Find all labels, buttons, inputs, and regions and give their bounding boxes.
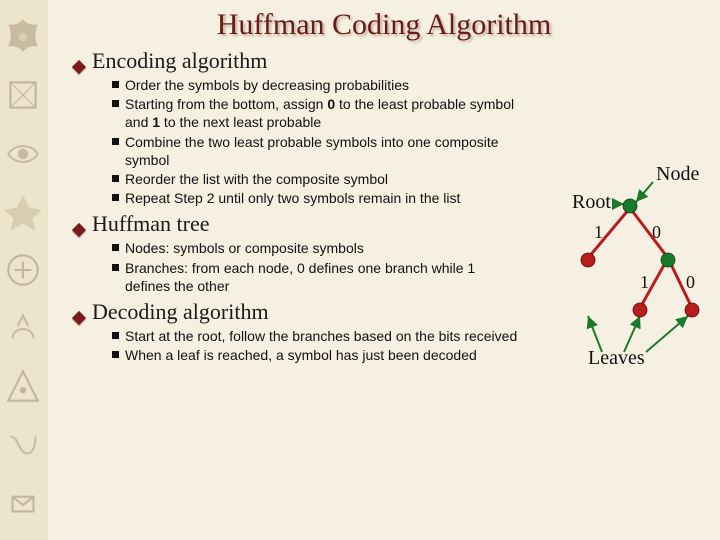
- list-item: Reorder the list with the composite symb…: [112, 170, 522, 188]
- square-bullet-icon: [112, 81, 119, 88]
- list-item: Order the symbols by decreasing probabil…: [112, 76, 522, 94]
- diamond-bullet-icon: [72, 223, 86, 237]
- tree-leaf-node: [633, 303, 647, 317]
- edge-label: 0: [686, 272, 695, 292]
- section-heading: Huffman tree: [92, 211, 210, 237]
- label-leaves: Leaves: [588, 347, 645, 369]
- decorative-border: [0, 0, 48, 540]
- huffman-tree-diagram: Node Root Leaves 1 0 1 0: [528, 168, 708, 368]
- ornament-icon: [2, 424, 44, 466]
- ornament-icon: [2, 365, 44, 407]
- edge-label: 1: [594, 222, 603, 242]
- ornament-icon: [2, 191, 44, 233]
- list-item: Repeat Step 2 until only two symbols rem…: [112, 189, 522, 207]
- square-bullet-icon: [112, 194, 119, 201]
- ornament-icon: [2, 307, 44, 349]
- encoding-bullets: Order the symbols by decreasing probabil…: [112, 76, 522, 207]
- square-bullet-icon: [112, 175, 119, 182]
- tree-root-node: [623, 199, 637, 213]
- tree-internal-node: [661, 253, 675, 267]
- tree-bullets: Nodes: symbols or composite symbols Bran…: [112, 239, 522, 295]
- edge-label: 0: [652, 222, 661, 242]
- square-bullet-icon: [112, 100, 119, 107]
- ornament-icon: [2, 74, 44, 116]
- list-item: Starting from the bottom, assign 0 to th…: [112, 95, 522, 131]
- list-item: Combine the two least probable symbols i…: [112, 133, 522, 169]
- square-bullet-icon: [112, 138, 119, 145]
- section-encoding: Encoding algorithm: [74, 48, 712, 74]
- diamond-bullet-icon: [72, 311, 86, 325]
- list-item: Branches: from each node, 0 defines one …: [112, 259, 522, 295]
- square-bullet-icon: [112, 332, 119, 339]
- ornament-icon: [2, 133, 44, 175]
- tree-leaf-node: [581, 253, 595, 267]
- diamond-bullet-icon: [72, 60, 86, 74]
- tree-leaf-node: [685, 303, 699, 317]
- label-root: Root: [572, 191, 611, 213]
- label-node: Node: [656, 163, 699, 185]
- square-bullet-icon: [112, 264, 119, 271]
- square-bullet-icon: [112, 244, 119, 251]
- edge-label: 1: [640, 272, 649, 292]
- section-heading: Decoding algorithm: [92, 299, 269, 325]
- ornament-icon: [2, 249, 44, 291]
- ornament-icon: [2, 16, 44, 58]
- square-bullet-icon: [112, 351, 119, 358]
- slide-title: Huffman Coding Algorithm: [56, 8, 712, 42]
- section-heading: Encoding algorithm: [92, 48, 267, 74]
- ornament-icon: [2, 482, 44, 524]
- list-item: Nodes: symbols or composite symbols: [112, 239, 522, 257]
